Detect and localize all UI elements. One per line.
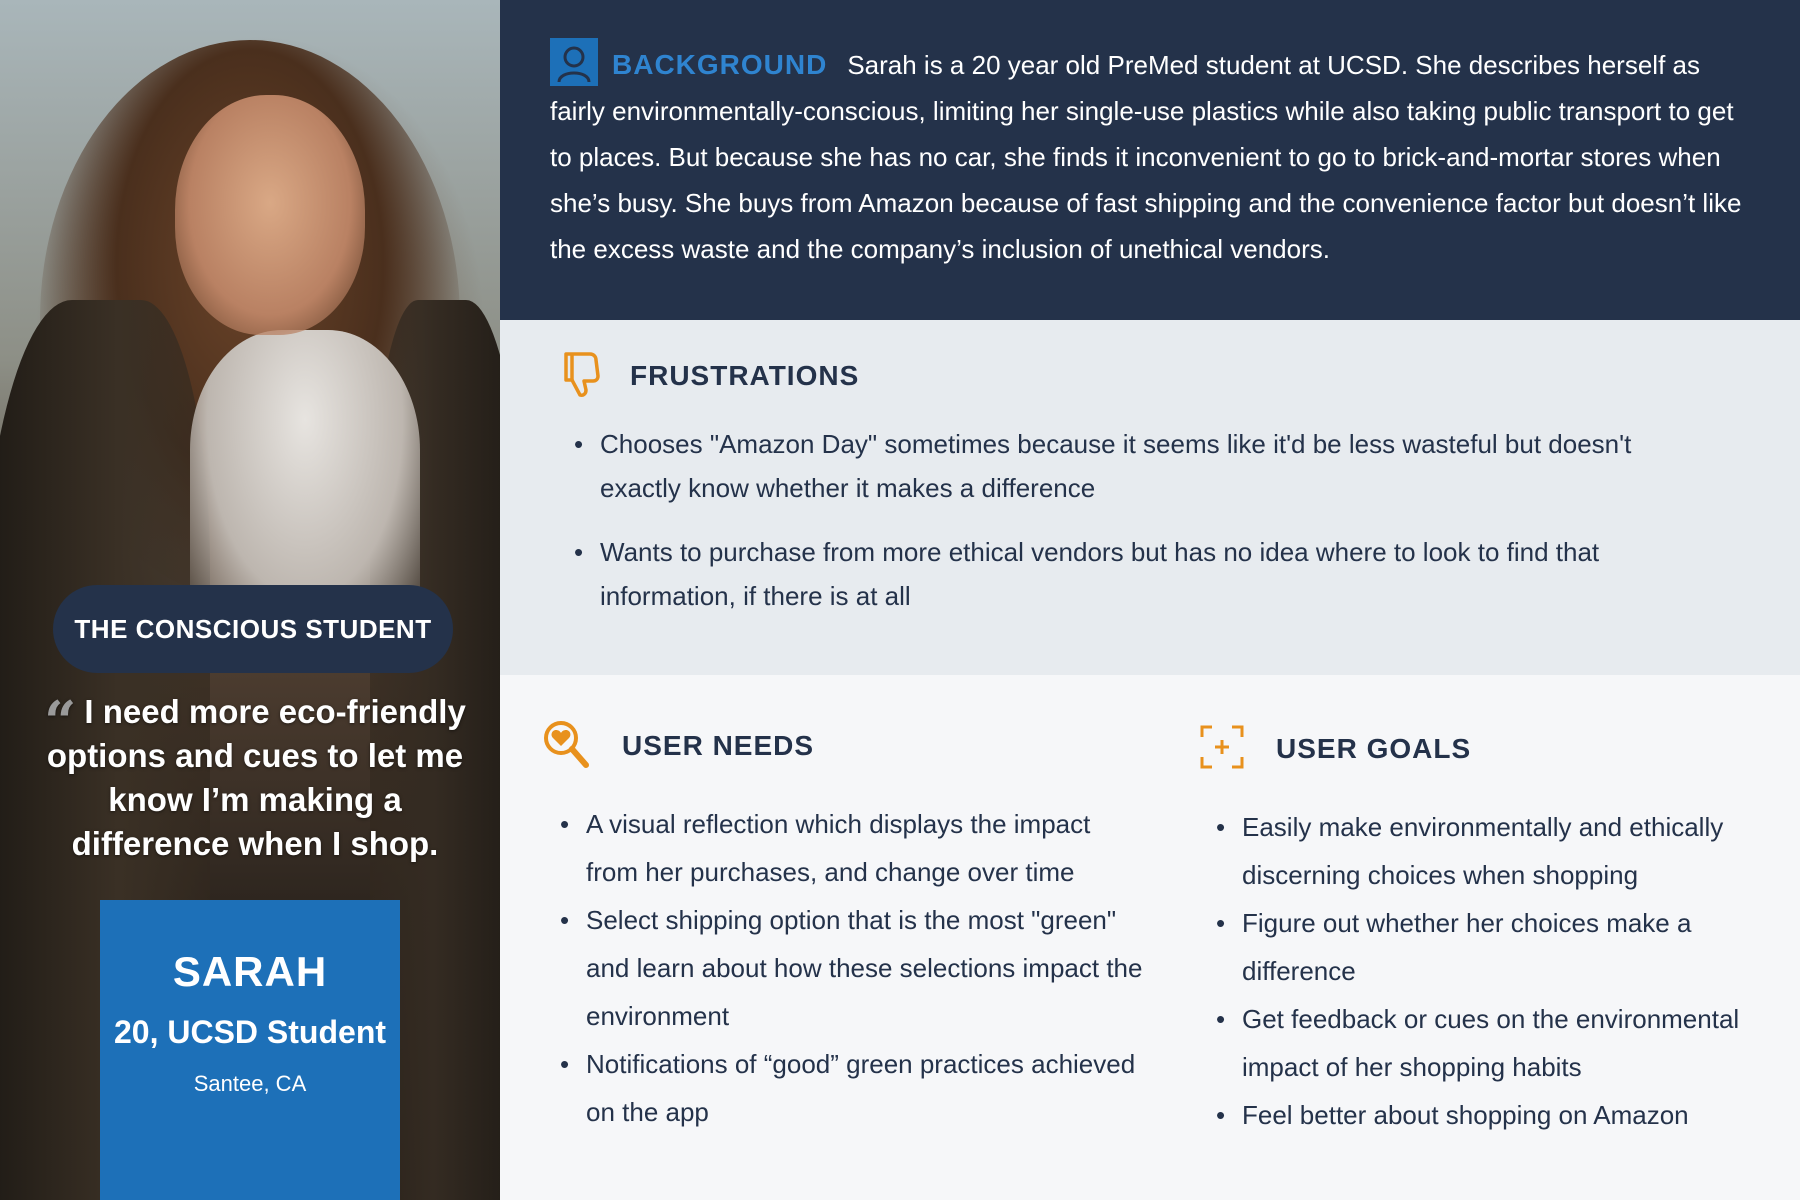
persona-page: THE CONSCIOUS STUDENT “I need more eco-f… [0,0,1800,1200]
user-goals-list: Easily make environmentally and ethicall… [1216,803,1800,1139]
user-goals-title: USER GOALS [1276,733,1472,764]
focus-plus-icon [1200,725,1244,774]
persona-quote: “I need more eco-friendly options and cu… [40,690,470,866]
search-heart-icon [542,719,590,774]
frustrations-header: FRUSTRATIONS [560,350,1740,402]
list-item: Feel better about shopping on Amazon [1216,1091,1800,1139]
thumbs-down-icon [560,350,604,403]
persona-role: 20, UCSD Student [113,1014,387,1050]
background-title: BACKGROUND [612,49,828,80]
list-item: A visual reflection which displays the i… [560,800,1146,896]
frustrations-title: FRUSTRATIONS [630,360,860,391]
user-goals-header: USER GOALS [1200,723,1800,775]
persona-photo-panel: THE CONSCIOUS STUDENT “I need more eco-f… [0,0,500,1200]
photo-face [175,95,365,335]
persona-tag: THE CONSCIOUS STUDENT [53,585,453,673]
frustrations-list: Chooses "Amazon Day" sometimes because i… [574,422,1700,618]
persona-name-card: SARAH 20, UCSD Student Santee, CA [100,900,400,1200]
user-needs-list: A visual reflection which displays the i… [560,800,1146,1136]
list-item: Select shipping option that is the most … [560,896,1146,1040]
frustrations-section: FRUSTRATIONS Chooses "Amazon Day" someti… [500,320,1800,675]
list-item: Wants to purchase from more ethical vend… [574,530,1700,618]
user-needs-section: USER NEEDS A visual reflection which dis… [542,720,1142,1136]
list-item: Figure out whether her choices make a di… [1216,899,1800,995]
list-item: Get feedback or cues on the environmenta… [1216,995,1800,1091]
background-section: BACKGROUND Sarah is a 20 year old PreMed … [500,0,1800,320]
list-item: Chooses "Amazon Day" sometimes because i… [574,422,1700,510]
user-goals-section: USER GOALS Easily make environmentally a… [1200,723,1800,1139]
list-item: Notifications of “good” green practices … [560,1040,1146,1136]
persona-name: SARAH [172,948,328,995]
background-paragraph: BACKGROUND Sarah is a 20 year old PreMed … [550,38,1750,272]
user-needs-title: USER NEEDS [622,730,815,761]
persona-location: Santee, CA [193,1071,307,1096]
persona-quote-text: I need more eco-friendly options and cue… [46,693,466,862]
list-item: Easily make environmentally and ethicall… [1216,803,1800,899]
background-text: Sarah is a 20 year old PreMed student at… [550,50,1742,264]
user-needs-header: USER NEEDS [542,720,1142,772]
needs-goals-section: USER NEEDS A visual reflection which dis… [500,675,1800,1200]
user-icon [550,38,598,86]
